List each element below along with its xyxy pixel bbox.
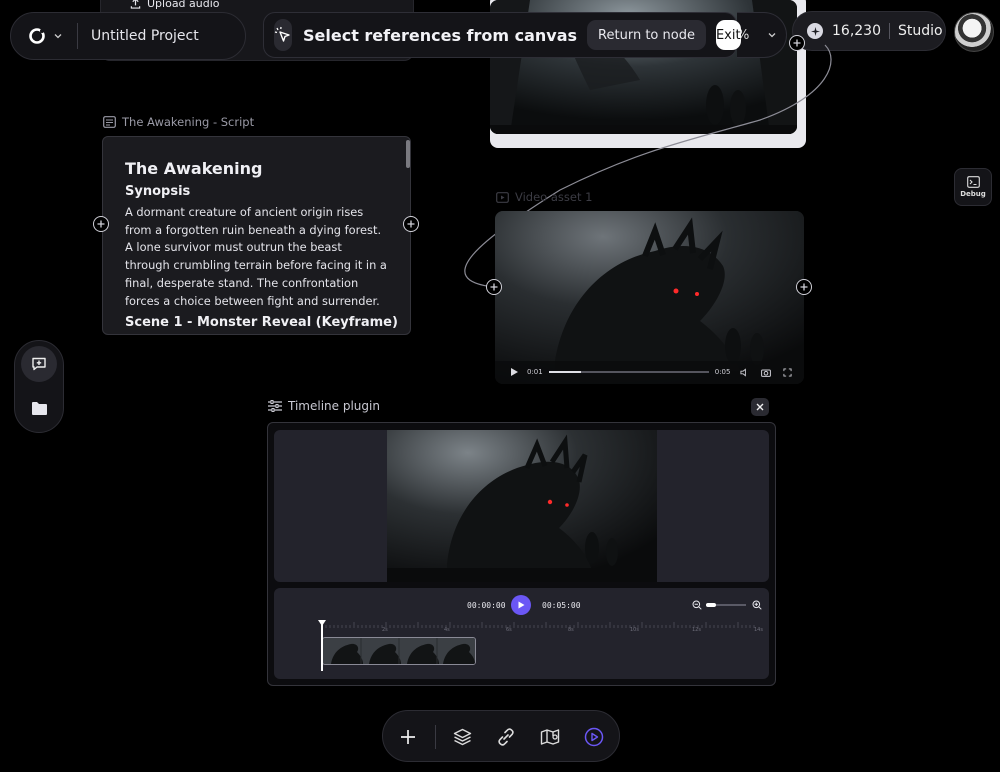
- document-icon: [103, 116, 116, 128]
- script-output-port[interactable]: [403, 216, 419, 232]
- add-button[interactable]: [395, 724, 421, 750]
- ruler-tick-label: 2s: [382, 627, 388, 633]
- script-node-title: The Awakening - Script: [122, 115, 255, 129]
- ruler-tick-label: 6s: [506, 627, 512, 633]
- video-node-title: Video asset 1: [515, 190, 593, 204]
- video-node-label: Video asset 1: [496, 190, 592, 204]
- timeline-playhead-handle[interactable]: [318, 620, 326, 626]
- clip-thumbnails: [323, 638, 475, 664]
- assets-folder-button[interactable]: [21, 390, 57, 426]
- chat-plus-icon: [32, 357, 46, 371]
- synopsis-text: A dormant creature of ancient origin ris…: [125, 205, 387, 308]
- plus-icon: [401, 730, 415, 744]
- script-scrollbar[interactable]: [406, 140, 410, 168]
- divider: [435, 725, 436, 749]
- fullscreen-icon[interactable]: [783, 367, 793, 377]
- video-icon: [496, 191, 509, 203]
- layers-button[interactable]: [449, 724, 475, 750]
- script-node-label: The Awakening - Script: [103, 115, 254, 129]
- layers-icon: [453, 728, 471, 746]
- ruler-tick-label: 4s: [444, 627, 450, 633]
- camera-icon[interactable]: [761, 368, 772, 377]
- timeline-zoom-handle[interactable]: [706, 603, 716, 607]
- video-time-current: 0:01: [527, 368, 543, 376]
- play-preview-button[interactable]: [581, 724, 607, 750]
- timeline-time-current: 00:00:00: [467, 601, 506, 610]
- link-button[interactable]: [493, 724, 519, 750]
- add-node-chat-button[interactable]: [21, 346, 57, 382]
- ruler-tick-label: 12s: [692, 627, 701, 633]
- bottom-toolbar: [382, 710, 620, 762]
- video-time-total: 0:05: [714, 368, 731, 376]
- video-output-port[interactable]: [796, 279, 812, 295]
- timeline-preview-image: [387, 430, 657, 582]
- sliders-icon: [268, 400, 282, 412]
- debug-button[interactable]: Debug: [954, 168, 992, 206]
- video-node[interactable]: 0:01 0:05: [495, 211, 804, 384]
- video-controls: 0:01 0:05: [495, 360, 804, 384]
- folder-icon: [31, 401, 47, 415]
- ruler-tick-label: 14s: [754, 627, 763, 633]
- timeline-playhead[interactable]: [321, 622, 323, 671]
- script-node[interactable]: The Awakening Synopsis A dormant creatur…: [102, 136, 411, 335]
- monster-video-frame: [495, 211, 804, 384]
- timeline-plugin-title: Timeline plugin: [288, 399, 380, 413]
- zoom-out-icon[interactable]: [692, 600, 702, 610]
- map-button[interactable]: [537, 724, 563, 750]
- timeline-plugin-label: Timeline plugin: [268, 399, 380, 413]
- script-input-port[interactable]: [93, 216, 109, 232]
- volume-icon[interactable]: [740, 367, 749, 377]
- ruler-tick-label: 8s: [568, 627, 574, 633]
- left-toolbar: [14, 340, 64, 433]
- connector-port[interactable]: [789, 35, 805, 51]
- zoom-in-icon[interactable]: [752, 600, 762, 610]
- timeline-close-button[interactable]: [751, 398, 769, 416]
- map-icon: [540, 729, 560, 745]
- debug-label: Debug: [960, 190, 986, 198]
- timeline-clip[interactable]: [322, 637, 476, 665]
- script-title: The Awakening: [125, 159, 263, 178]
- scene-heading: Scene 1 - Monster Reveal (Keyframe): [125, 315, 398, 331]
- play-circle-icon: [584, 727, 604, 747]
- timeline-time-total: 00:05:00: [542, 601, 581, 610]
- play-icon[interactable]: [509, 367, 519, 377]
- close-icon: [756, 403, 764, 411]
- video-input-port[interactable]: [486, 279, 502, 295]
- synopsis-heading: Synopsis: [125, 184, 191, 199]
- video-progress-fill: [548, 371, 581, 373]
- video-progress-bar[interactable]: [548, 371, 709, 373]
- play-icon: [518, 601, 525, 609]
- link-icon: [498, 728, 514, 746]
- timeline-play-button[interactable]: [511, 595, 531, 615]
- ruler-tick-label: 10s: [630, 627, 639, 633]
- terminal-icon: [966, 176, 980, 188]
